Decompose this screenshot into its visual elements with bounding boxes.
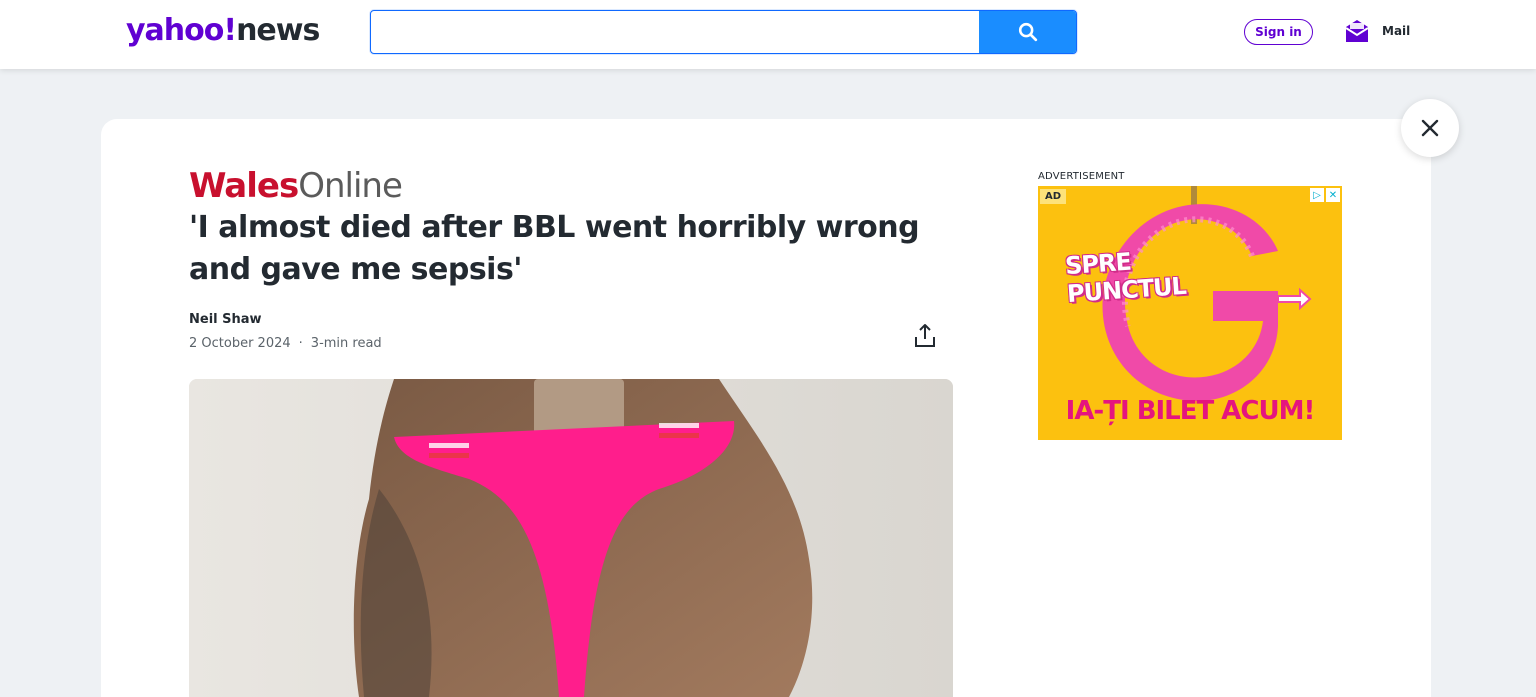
search-input[interactable] (371, 11, 979, 53)
mail-icon (1345, 20, 1369, 42)
ad-cta[interactable]: IA-ȚI BILET ACUM! (1038, 396, 1342, 426)
publisher-logo[interactable]: WalesOnline (189, 166, 403, 206)
logo-yahoo-text: yahoo! (126, 13, 237, 48)
search-icon (1018, 22, 1037, 42)
search-bar (370, 10, 1077, 54)
ad-headline: SPRE PUNCTUL (1064, 244, 1187, 308)
advertisement-banner[interactable]: AD ▷ ✕ SPRE PUNCTUL IA-ȚI BILET ACUM! (1038, 186, 1342, 440)
yahoo-news-logo[interactable]: yahoo! news (126, 13, 320, 53)
top-header: yahoo! news Sign in Mail (0, 0, 1536, 69)
publisher-logo-wales: Wales (189, 166, 299, 206)
share-icon (915, 324, 935, 347)
article-hero-image[interactable] (189, 379, 953, 697)
hero-photo-graphic (189, 379, 953, 697)
meta-separator: · (298, 336, 303, 351)
article-author[interactable]: Neil Shaw (189, 312, 262, 327)
close-button[interactable] (1401, 99, 1459, 157)
sign-in-button[interactable]: Sign in (1244, 19, 1313, 45)
article-meta: 2 October 2024 · 3-min read (189, 336, 382, 351)
search-button[interactable] (979, 11, 1076, 53)
article-headline: 'I almost died after BBL went horribly w… (189, 210, 920, 287)
advertisement-label: ADVERTISEMENT (1038, 171, 1125, 182)
mail-link[interactable]: Mail (1344, 18, 1410, 44)
article-read-time: 3-min read (310, 336, 382, 351)
logo-news-text: news (236, 13, 320, 48)
share-button[interactable] (910, 321, 940, 351)
close-icon (1421, 119, 1439, 137)
publisher-logo-online: Online (298, 166, 403, 206)
article-date: 2 October 2024 (189, 336, 291, 351)
mail-label: Mail (1382, 24, 1411, 38)
